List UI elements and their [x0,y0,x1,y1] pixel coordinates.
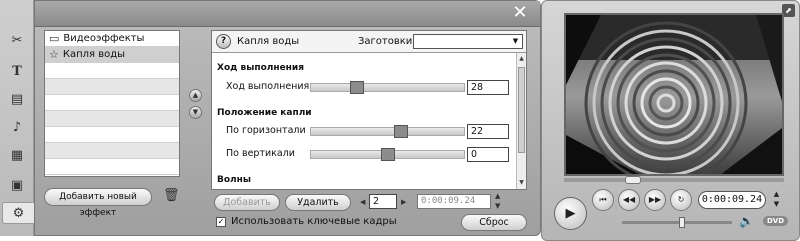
param-label: По горизонтали [226,125,306,136]
list-item-empty [45,127,179,143]
effects-list: ▭ Видеоэффекты ☆ Капля воды [44,30,180,177]
keyframe-number-input[interactable]: 2 [369,194,397,209]
section-title: Положение капли [217,108,312,118]
list-item[interactable]: ☆ Капля воды [45,47,179,63]
list-item-label: Видеоэффекты [63,33,145,44]
param-label: По вертикали [226,148,295,159]
speaker-icon[interactable]: 🔊 [739,214,754,228]
close-x-icon[interactable]: ✕ [510,3,530,23]
video-preview [564,13,784,176]
section-title: Ход выполнения [217,63,304,73]
list-item-empty [45,159,179,175]
section-title: Волны [217,175,251,185]
tool-audio-icon[interactable]: ♪ [7,119,27,135]
timecode-up-icon[interactable]: ▲ [771,190,782,199]
preview-panel: ⬈ ▶ ⏮ ◀◀ ▶▶ ↻ 0:00:09.24 ▲ ▼ 🔊 DVD [541,0,800,241]
preview-timecode[interactable]: 0:00:09.24 [698,191,766,209]
time-down-icon[interactable]: ▼ [495,202,500,210]
param-value-input[interactable]: 28 [467,80,509,95]
tool-square-icon[interactable]: ▣ [7,177,27,193]
tool-strip: ✂ T ▤ ♪ ▦ ▣ ⚙ [0,0,34,236]
next-keyframe-icon[interactable]: ▶ [401,198,406,206]
list-item-empty [45,63,179,79]
time-up-icon[interactable]: ▲ [495,192,500,200]
list-item-label: Капля воды [62,49,126,60]
add-keyframe-button[interactable]: Добавить [214,194,280,211]
help-icon[interactable]: ? [216,34,231,49]
delete-keyframe-button[interactable]: Удалить [285,194,351,211]
list-item[interactable]: ▭ Видеоэффекты [45,31,179,47]
move-down-button[interactable]: ▼ [189,106,202,119]
keyframes-checkbox-label: Использовать ключевые кадры [231,216,397,227]
param-slider[interactable] [310,125,465,138]
param-slider[interactable] [310,148,465,161]
list-item-empty [45,95,179,111]
panel-header: ✕ [35,1,540,27]
slider-thumb[interactable] [350,81,364,94]
param-value-input[interactable]: 22 [467,124,509,139]
volume-thumb[interactable] [679,217,685,228]
effects-panel: ✕ ▭ Видеоэффекты ☆ Капля воды ▲ ▼ Добави… [34,0,541,236]
param-value-input[interactable]: 0 [467,147,509,162]
play-button[interactable]: ▶ [554,197,587,230]
presets-dropdown[interactable]: ▼ [413,34,523,49]
settings-panel: ? Капля воды Заготовки: ▼ Ход выполнения… [211,30,527,190]
list-item-empty [45,79,179,95]
scrubber-thumb[interactable] [625,176,641,184]
fast-forward-button[interactable]: ▶▶ [644,189,666,211]
timecode-down-icon[interactable]: ▼ [771,200,782,209]
param-slider[interactable] [310,81,465,94]
scroll-down-icon[interactable]: ▼ [518,179,525,187]
slider-thumb[interactable] [381,148,395,161]
tool-menu-icon[interactable]: ▤ [7,91,27,107]
water-drop-frame [566,15,782,174]
go-to-start-button[interactable]: ⏮ [592,189,614,211]
tool-title-icon[interactable]: T [7,63,27,79]
move-up-button[interactable]: ▲ [189,89,202,102]
scroll-up-icon[interactable]: ▲ [518,55,525,63]
rewind-button[interactable]: ◀◀ [618,189,640,211]
tool-effects-icon[interactable]: ⚙ [2,202,34,224]
tool-clapper-icon[interactable]: ▦ [7,147,27,163]
reset-button[interactable]: Сброс [461,214,527,231]
volume-slider[interactable] [622,217,732,228]
chevron-down-icon: ▼ [512,37,519,45]
tool-video-effects-icon[interactable]: ✂ [7,32,27,48]
prev-keyframe-icon[interactable]: ◀ [360,198,365,206]
settings-header: ? Капля воды Заготовки: ▼ [212,31,526,53]
list-item-empty [45,143,179,159]
keyframes-checkbox[interactable]: ✓ [216,217,226,227]
effect-name: Капля воды [237,36,300,47]
trash-icon[interactable]: 🗑 [163,188,180,206]
param-label: Ход выполнения [226,81,310,92]
folder-icon: ▭ [49,32,60,45]
list-item-empty [45,111,179,127]
scroll-thumb[interactable] [518,67,525,153]
dvd-icon[interactable]: DVD [763,216,789,226]
settings-scrollbar[interactable]: ▲ ▼ [516,53,526,189]
presets-label: Заготовки: [358,36,416,47]
star-icon: ☆ [49,48,59,61]
slider-thumb[interactable] [394,125,408,138]
add-new-effect-button[interactable]: Добавить новый эффект [44,188,152,218]
keyframe-time-input[interactable]: 0:00:09.24 [417,194,491,209]
timeline-scrubber[interactable] [564,176,784,184]
loop-button[interactable]: ↻ [670,189,692,211]
